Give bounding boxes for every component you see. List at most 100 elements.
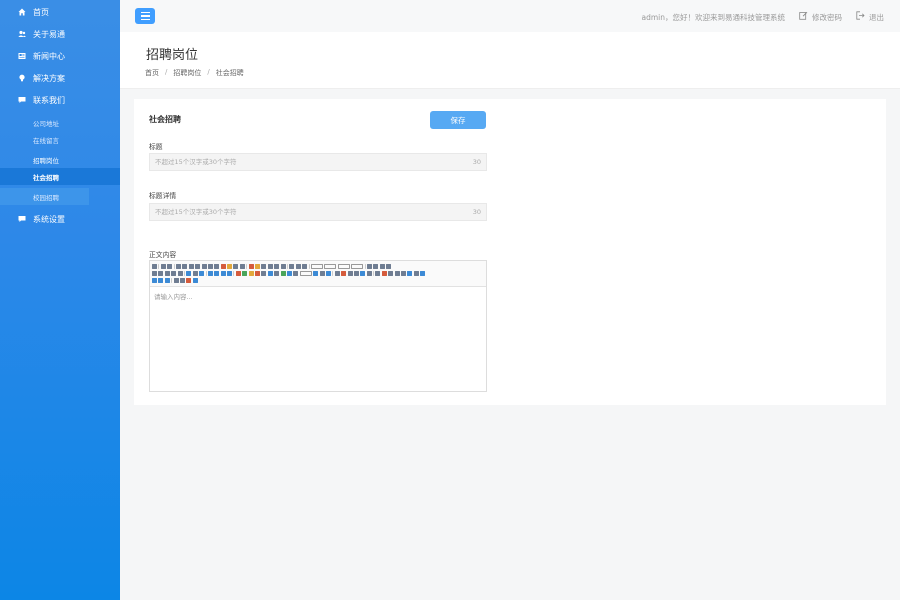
source-icon[interactable] [152,263,157,269]
breadcrumb-item-home[interactable]: 首页 [145,68,159,78]
menu-toggle-button[interactable] [135,8,155,24]
delete-col-icon[interactable] [413,270,419,276]
scrawl-icon[interactable] [255,270,261,276]
superscript-icon[interactable] [207,263,213,269]
save-button[interactable]: 保存 [430,111,486,129]
special-chars-icon[interactable] [353,270,359,276]
sidebar-item-about[interactable]: 关于易通 [0,23,120,45]
sidebar-subitem-campus-recruitment[interactable]: 校园招聘 [0,188,89,205]
fontborder-icon[interactable] [195,263,201,269]
page-break-icon[interactable] [313,270,319,276]
insert-frame-icon[interactable] [293,270,299,276]
detail-field[interactable]: 30 [149,203,487,221]
blockquote-icon[interactable] [233,263,239,269]
insert-col-icon[interactable] [407,270,413,276]
image-center-icon[interactable] [227,270,233,276]
sidebar-subitem-social-recruitment[interactable]: 社会招聘 [0,168,120,185]
backcolor-icon[interactable] [255,263,261,269]
row-spacing-bottom-icon[interactable] [295,263,301,269]
horizontal-rule-icon[interactable] [334,270,340,276]
italic-icon[interactable] [182,263,188,269]
paste-plain-icon[interactable] [239,263,245,269]
image-none-icon[interactable] [207,270,213,276]
direction-rtl-icon[interactable] [373,263,379,269]
anchor-icon[interactable] [199,270,205,276]
font-size-dropdown[interactable] [351,263,364,269]
paragraph-format-dropdown[interactable] [324,263,337,269]
undo-icon[interactable] [160,263,166,269]
custom-style-dropdown[interactable] [310,263,323,269]
emotion-icon[interactable] [248,270,254,276]
image-left-icon[interactable] [214,270,220,276]
align-left-icon[interactable] [386,263,392,269]
gmap-icon[interactable] [286,270,292,276]
sidebar-item-news[interactable]: 新闻中心 [0,45,120,67]
link-icon[interactable] [186,270,192,276]
underline-icon[interactable] [188,263,194,269]
background-icon[interactable] [325,270,331,276]
attachment-icon[interactable] [274,270,280,276]
bold-icon[interactable] [175,263,181,269]
detail-input[interactable] [155,208,455,216]
change-password-link[interactable]: 修改密码 [799,11,842,23]
ordered-list-icon[interactable] [261,263,267,269]
forecolor-icon[interactable] [248,263,254,269]
insert-table-icon[interactable] [375,270,381,276]
merge-down-icon[interactable] [158,278,164,284]
align-justify-icon[interactable] [164,270,170,276]
insert-image-icon[interactable] [242,270,248,276]
help-icon[interactable] [192,278,198,284]
unlink-icon[interactable] [192,270,198,276]
image-right-icon[interactable] [220,270,226,276]
snapscreen-icon[interactable] [360,270,366,276]
print-icon[interactable] [173,278,179,284]
delete-row-icon[interactable] [401,270,407,276]
touppercase-icon[interactable] [171,270,177,276]
music-icon[interactable] [267,270,273,276]
editor-content-area[interactable]: 请输入内容... [150,287,486,305]
merge-cells-icon[interactable] [420,270,426,276]
sidebar-item-solutions[interactable]: 解决方案 [0,67,120,89]
delete-table-icon[interactable] [381,270,387,276]
subscript-icon[interactable] [214,263,220,269]
select-all-icon[interactable] [274,263,280,269]
sidebar-item-contact[interactable]: 联系我们 [0,89,120,111]
sidebar-subitem-jobs[interactable]: 招聘岗位 [0,151,120,168]
tolowercase-icon[interactable] [177,270,183,276]
split-cells-icon[interactable] [164,278,170,284]
strikethrough-icon[interactable] [201,263,207,269]
align-center-icon[interactable] [152,270,157,276]
clear-doc-icon[interactable] [280,263,286,269]
format-match-icon[interactable] [227,263,233,269]
rich-text-editor[interactable]: 请输入内容... [149,260,487,392]
insert-code-dropdown[interactable] [299,270,312,276]
direction-ltr-icon[interactable] [366,263,372,269]
indent-icon[interactable] [379,263,385,269]
redo-icon[interactable] [167,263,173,269]
search-replace-icon[interactable] [186,278,192,284]
date-icon[interactable] [341,270,347,276]
word-image-icon[interactable] [366,270,372,276]
font-family-dropdown[interactable] [337,263,350,269]
insert-paragraph-icon[interactable] [388,270,394,276]
sidebar-item-home[interactable]: 首页 [0,1,120,23]
remove-format-icon[interactable] [220,263,226,269]
sidebar-subitem-messages[interactable]: 在线留言 [0,131,120,148]
preview-icon[interactable] [179,278,185,284]
row-spacing-top-icon[interactable] [289,263,295,269]
template-icon[interactable] [319,270,325,276]
align-right-icon[interactable] [158,270,164,276]
time-icon[interactable] [347,270,353,276]
insert-video-icon[interactable] [261,270,267,276]
merge-right-icon[interactable] [152,278,157,284]
unordered-list-icon[interactable] [267,263,273,269]
title-input[interactable] [155,158,455,166]
insert-row-icon[interactable] [394,270,400,276]
map-icon[interactable] [280,270,286,276]
sidebar-item-settings[interactable]: 系统设置 [0,208,120,230]
sidebar-subitem-address[interactable]: 公司地址 [0,114,120,131]
breadcrumb-item-jobs[interactable]: 招聘岗位 [173,68,201,78]
simple-upload-icon[interactable] [235,270,241,276]
line-height-icon[interactable] [302,263,308,269]
logout-link[interactable]: 退出 [856,11,884,23]
